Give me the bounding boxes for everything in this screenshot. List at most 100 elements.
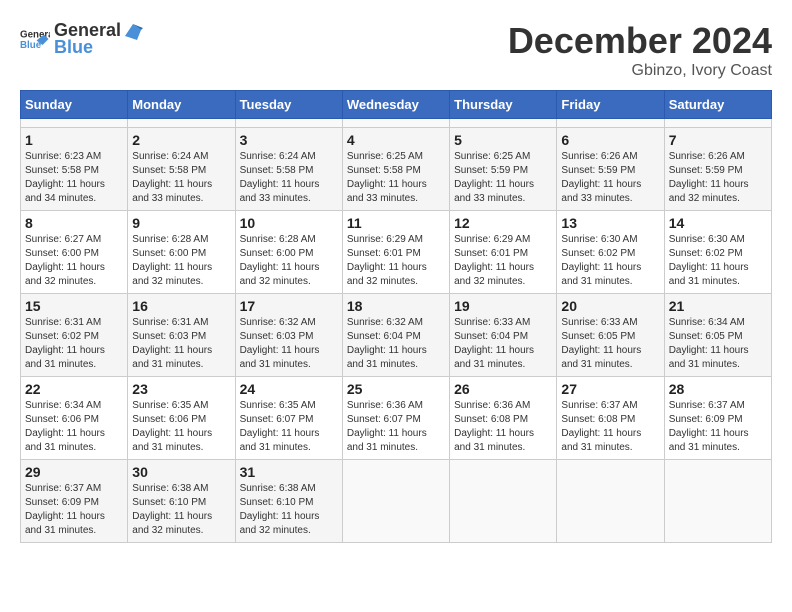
day-number: 18 (347, 298, 445, 314)
day-info: Sunrise: 6:26 AMSunset: 5:59 PMDaylight:… (561, 150, 659, 206)
calendar-cell (450, 460, 557, 543)
calendar-cell: 4 Sunrise: 6:25 AMSunset: 5:58 PMDaylight… (342, 128, 449, 211)
calendar-cell: 24 Sunrise: 6:35 AMSunset: 6:07 PMDayligh… (235, 377, 342, 460)
day-info: Sunrise: 6:28 AMSunset: 6:00 PMDaylight:… (240, 233, 338, 289)
day-header-tuesday: Tuesday (235, 91, 342, 119)
calendar-cell: 23Sunrise: 6:35 AMSunset: 6:06 PMDayligh… (128, 377, 235, 460)
day-number: 28 (669, 381, 767, 397)
day-header-thursday: Thursday (450, 91, 557, 119)
calendar-cell: 19 Sunrise: 6:33 AMSunset: 6:04 PMDayligh… (450, 294, 557, 377)
month-title: December 2024 (508, 20, 772, 62)
day-info: Sunrise: 6:37 AMSunset: 6:09 PMDaylight:… (669, 399, 767, 455)
day-info: Sunrise: 6:31 AMSunset: 6:02 PMDaylight:… (25, 316, 123, 372)
svg-text:Blue: Blue (20, 40, 42, 51)
day-info: Sunrise: 6:23 AMSunset: 5:58 PMDaylight:… (25, 150, 123, 206)
calendar-cell: 26 Sunrise: 6:36 AMSunset: 6:08 PMDayligh… (450, 377, 557, 460)
calendar-cell (128, 119, 235, 128)
day-number: 9 (132, 215, 230, 231)
day-info: Sunrise: 6:31 AMSunset: 6:03 PMDaylight:… (132, 316, 230, 372)
day-number: 24 (240, 381, 338, 397)
day-info: Sunrise: 6:25 AMSunset: 5:58 PMDaylight:… (347, 150, 445, 206)
day-number: 12 (454, 215, 552, 231)
day-number: 15 (25, 298, 123, 314)
calendar-cell (664, 119, 771, 128)
logo-arrow-icon (123, 22, 145, 40)
day-number: 23 (132, 381, 230, 397)
day-info: Sunrise: 6:34 AMSunset: 6:06 PMDaylight:… (25, 399, 123, 455)
calendar-week-row: 8Sunrise: 6:27 AMSunset: 6:00 PMDaylight… (21, 211, 772, 294)
day-number: 4 (347, 132, 445, 148)
calendar-cell: 2 Sunrise: 6:24 AMSunset: 5:58 PMDaylight… (128, 128, 235, 211)
day-number: 5 (454, 132, 552, 148)
calendar-cell: 13 Sunrise: 6:30 AMSunset: 6:02 PMDayligh… (557, 211, 664, 294)
calendar-cell (342, 460, 449, 543)
calendar-cell: 29 Sunrise: 6:37 AMSunset: 6:09 PMDayligh… (21, 460, 128, 543)
day-header-wednesday: Wednesday (342, 91, 449, 119)
calendar-cell: 7 Sunrise: 6:26 AMSunset: 5:59 PMDaylight… (664, 128, 771, 211)
day-info: Sunrise: 6:37 AMSunset: 6:08 PMDaylight:… (561, 399, 659, 455)
day-info: Sunrise: 6:33 AMSunset: 6:04 PMDaylight:… (454, 316, 552, 372)
header: General Blue General Blue December 2024 … (20, 20, 772, 80)
calendar-header-row: SundayMondayTuesdayWednesdayThursdayFrid… (21, 91, 772, 119)
calendar-week-row: 1 Sunrise: 6:23 AMSunset: 5:58 PMDaylight… (21, 128, 772, 211)
logo-icon: General Blue (20, 27, 50, 51)
calendar-cell (557, 460, 664, 543)
calendar-cell: 16Sunrise: 6:31 AMSunset: 6:03 PMDayligh… (128, 294, 235, 377)
calendar-cell: 10Sunrise: 6:28 AMSunset: 6:00 PMDayligh… (235, 211, 342, 294)
calendar-week-row: 15 Sunrise: 6:31 AMSunset: 6:02 PMDayligh… (21, 294, 772, 377)
calendar-cell: 3 Sunrise: 6:24 AMSunset: 5:58 PMDaylight… (235, 128, 342, 211)
day-number: 11 (347, 215, 445, 231)
day-number: 27 (561, 381, 659, 397)
day-info: Sunrise: 6:36 AMSunset: 6:08 PMDaylight:… (454, 399, 552, 455)
day-number: 1 (25, 132, 123, 148)
calendar-cell: 31Sunrise: 6:38 AMSunset: 6:10 PMDayligh… (235, 460, 342, 543)
day-info: Sunrise: 6:24 AMSunset: 5:58 PMDaylight:… (240, 150, 338, 206)
day-info: Sunrise: 6:35 AMSunset: 6:07 PMDaylight:… (240, 399, 338, 455)
calendar-cell (557, 119, 664, 128)
calendar-cell: 18Sunrise: 6:32 AMSunset: 6:04 PMDayligh… (342, 294, 449, 377)
day-number: 7 (669, 132, 767, 148)
day-info: Sunrise: 6:33 AMSunset: 6:05 PMDaylight:… (561, 316, 659, 372)
location-title: Gbinzo, Ivory Coast (508, 62, 772, 80)
day-info: Sunrise: 6:25 AMSunset: 5:59 PMDaylight:… (454, 150, 552, 206)
calendar-cell: 12Sunrise: 6:29 AMSunset: 6:01 PMDayligh… (450, 211, 557, 294)
day-number: 13 (561, 215, 659, 231)
calendar-cell: 21Sunrise: 6:34 AMSunset: 6:05 PMDayligh… (664, 294, 771, 377)
title-area: December 2024 Gbinzo, Ivory Coast (508, 20, 772, 80)
calendar-cell: 28 Sunrise: 6:37 AMSunset: 6:09 PMDayligh… (664, 377, 771, 460)
calendar-cell: 30Sunrise: 6:38 AMSunset: 6:10 PMDayligh… (128, 460, 235, 543)
day-info: Sunrise: 6:26 AMSunset: 5:59 PMDaylight:… (669, 150, 767, 206)
calendar-cell (21, 119, 128, 128)
calendar-week-row: 22 Sunrise: 6:34 AMSunset: 6:06 PMDayligh… (21, 377, 772, 460)
day-info: Sunrise: 6:36 AMSunset: 6:07 PMDaylight:… (347, 399, 445, 455)
day-number: 2 (132, 132, 230, 148)
day-number: 29 (25, 464, 123, 480)
day-info: Sunrise: 6:30 AMSunset: 6:02 PMDaylight:… (669, 233, 767, 289)
day-info: Sunrise: 6:24 AMSunset: 5:58 PMDaylight:… (132, 150, 230, 206)
day-info: Sunrise: 6:32 AMSunset: 6:03 PMDaylight:… (240, 316, 338, 372)
calendar-cell: 14 Sunrise: 6:30 AMSunset: 6:02 PMDayligh… (664, 211, 771, 294)
day-number: 26 (454, 381, 552, 397)
day-info: Sunrise: 6:37 AMSunset: 6:09 PMDaylight:… (25, 482, 123, 538)
day-number: 31 (240, 464, 338, 480)
day-info: Sunrise: 6:28 AMSunset: 6:00 PMDaylight:… (132, 233, 230, 289)
calendar-cell: 9 Sunrise: 6:28 AMSunset: 6:00 PMDaylight… (128, 211, 235, 294)
calendar-cell: 8Sunrise: 6:27 AMSunset: 6:00 PMDaylight… (21, 211, 128, 294)
calendar-week-row (21, 119, 772, 128)
day-number: 19 (454, 298, 552, 314)
day-info: Sunrise: 6:38 AMSunset: 6:10 PMDaylight:… (132, 482, 230, 538)
calendar-cell (342, 119, 449, 128)
day-info: Sunrise: 6:34 AMSunset: 6:05 PMDaylight:… (669, 316, 767, 372)
day-number: 17 (240, 298, 338, 314)
day-header-monday: Monday (128, 91, 235, 119)
calendar-cell (450, 119, 557, 128)
day-number: 22 (25, 381, 123, 397)
calendar-cell: 11Sunrise: 6:29 AMSunset: 6:01 PMDayligh… (342, 211, 449, 294)
day-number: 6 (561, 132, 659, 148)
calendar-cell: 15 Sunrise: 6:31 AMSunset: 6:02 PMDayligh… (21, 294, 128, 377)
day-number: 14 (669, 215, 767, 231)
day-header-saturday: Saturday (664, 91, 771, 119)
day-info: Sunrise: 6:30 AMSunset: 6:02 PMDaylight:… (561, 233, 659, 289)
calendar-cell: 20Sunrise: 6:33 AMSunset: 6:05 PMDayligh… (557, 294, 664, 377)
day-number: 3 (240, 132, 338, 148)
